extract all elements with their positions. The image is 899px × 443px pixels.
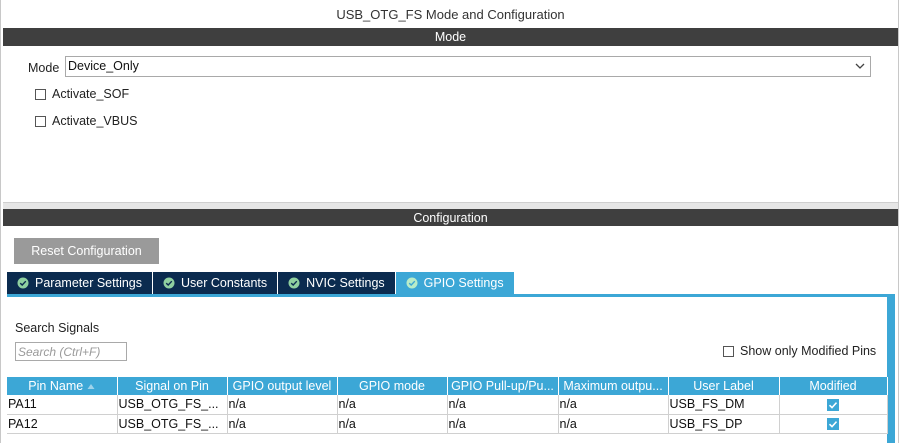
tab-parameter-settings[interactable]: Parameter Settings — [7, 272, 152, 294]
activate-vbus-label: Activate_VBUS — [52, 114, 138, 128]
mode-select[interactable]: Device_Only — [65, 56, 871, 77]
check-circle-icon — [288, 277, 300, 289]
tab-user-constants[interactable]: User Constants — [153, 272, 278, 294]
mode-label: Mode — [28, 61, 60, 75]
activate-sof-checkbox[interactable] — [35, 88, 46, 100]
cell-user-label: USB_FS_DP — [668, 414, 780, 434]
tab-label: Parameter Settings — [35, 276, 142, 290]
table-row[interactable]: PA11 USB_OTG_FS_... n/a n/a n/a n/a USB_… — [7, 395, 888, 415]
show-modified-label: Show only Modified Pins — [740, 344, 877, 358]
column-header-output-level[interactable]: GPIO output level — [227, 377, 338, 395]
cell-modified — [779, 414, 888, 434]
cell-output-level: n/a — [227, 414, 338, 434]
check-circle-icon — [163, 277, 175, 289]
section-divider[interactable] — [3, 202, 898, 209]
gpio-settings-panel: Search Signals Show only Modified Pins P… — [7, 294, 895, 443]
cell-mode: n/a — [337, 414, 448, 434]
column-header-modified[interactable]: Modified — [779, 377, 888, 395]
tab-gpio-settings[interactable]: GPIO Settings — [395, 272, 514, 294]
cell-pull: n/a — [447, 414, 559, 434]
tab-nvic-settings[interactable]: NVIC Settings — [278, 272, 395, 294]
tab-label: User Constants — [181, 276, 268, 290]
checkmark-icon — [827, 418, 839, 431]
cell-output-level: n/a — [227, 395, 338, 415]
column-header-max-speed[interactable]: Maximum outpu... — [558, 377, 669, 395]
cell-user-label: USB_FS_DM — [668, 395, 780, 415]
activate-sof-label: Activate_SOF — [52, 87, 130, 101]
cell-signal: USB_OTG_FS_... — [117, 395, 228, 415]
mode-section-header: Mode — [3, 28, 898, 46]
show-modified-checkbox[interactable] — [723, 345, 734, 357]
cell-signal: USB_OTG_FS_... — [117, 414, 228, 434]
column-header-pin-name[interactable]: Pin Name — [7, 377, 118, 395]
check-circle-icon — [17, 277, 29, 289]
tab-label: NVIC Settings — [306, 276, 385, 290]
column-header-user-label[interactable]: User Label — [668, 377, 780, 395]
vertical-scrollbar[interactable] — [887, 297, 895, 443]
config-section-header: Configuration — [3, 209, 898, 227]
column-header-pull[interactable]: GPIO Pull-up/Pu... — [447, 377, 559, 395]
table-row[interactable]: PA12 USB_OTG_FS_... n/a n/a n/a n/a USB_… — [7, 414, 888, 434]
activate-vbus-checkbox[interactable] — [35, 115, 46, 127]
config-tabs: Parameter Settings User Constants NVIC S… — [7, 272, 515, 294]
cell-modified — [779, 395, 888, 415]
window-frame: USB_OTG_FS Mode and Configuration Mode M… — [0, 0, 899, 443]
mode-select-value: Device_Only — [68, 59, 139, 73]
chevron-down-icon — [855, 63, 865, 69]
cell-pull: n/a — [447, 395, 559, 415]
checkmark-icon — [827, 398, 839, 411]
table-header-row: Pin Name Signal on Pin GPIO output level… — [7, 377, 888, 395]
check-circle-icon — [406, 277, 418, 289]
show-modified-option[interactable]: Show only Modified Pins — [723, 343, 876, 359]
search-signals-label: Search Signals — [15, 321, 100, 335]
cell-pin: PA11 — [7, 395, 118, 415]
window-title: USB_OTG_FS Mode and Configuration — [336, 7, 565, 22]
cell-mode: n/a — [337, 395, 448, 415]
cell-max-speed: n/a — [558, 395, 669, 415]
gpio-pin-table: Pin Name Signal on Pin GPIO output level… — [7, 377, 888, 434]
column-header-gpio-mode[interactable]: GPIO mode — [337, 377, 448, 395]
column-header-signal[interactable]: Signal on Pin — [117, 377, 228, 395]
cell-pin: PA12 — [7, 414, 118, 434]
tab-label: GPIO Settings — [423, 276, 504, 290]
mode-panel: Mode Device_Only Activate_SOF Activate_V… — [3, 47, 898, 202]
reset-configuration-button[interactable]: Reset Configuration — [14, 238, 159, 264]
activate-sof-option[interactable]: Activate_SOF — [35, 86, 129, 102]
config-panel: Reset Configuration Parameter Settings U… — [3, 226, 898, 443]
sort-ascending-icon — [87, 383, 95, 389]
search-signals-input[interactable] — [15, 342, 127, 361]
activate-vbus-option[interactable]: Activate_VBUS — [35, 113, 137, 129]
cell-max-speed: n/a — [558, 414, 669, 434]
